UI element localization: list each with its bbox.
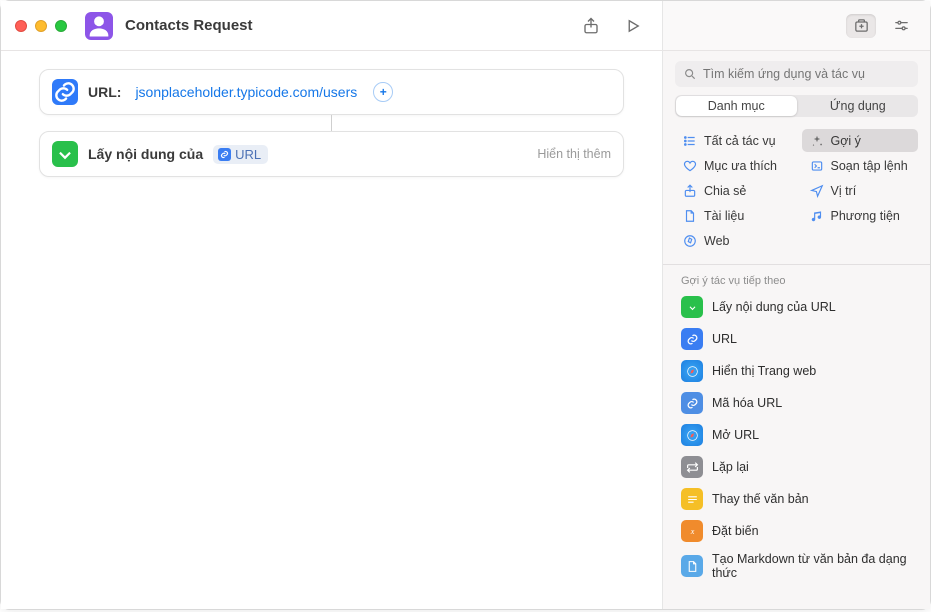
suggestion-item[interactable]: URL: [673, 323, 920, 355]
suggestion-item[interactable]: Hiển thị Trang web: [673, 355, 920, 387]
action-label-prefix: Lấy nội dung của: [88, 146, 203, 162]
url-field-value[interactable]: jsonplaceholder.typicode.com/users: [135, 84, 357, 100]
connector: [76, 115, 588, 131]
seg-categories[interactable]: Danh mục: [676, 96, 797, 116]
library-pane: Danh mục Ứng dụng Tất cả tác vụ Mục ưa th…: [663, 1, 930, 609]
svg-text:x: x: [689, 527, 694, 536]
category-chia-sẻ[interactable]: Chia sẻ: [675, 179, 792, 202]
category-soạn-tập-lệnh[interactable]: Soạn tập lệnh: [802, 154, 919, 177]
location-icon: [810, 184, 824, 198]
search-input[interactable]: [703, 67, 910, 81]
shortcut-icon: [85, 12, 113, 40]
suggestion-label: Đặt biến: [712, 524, 759, 538]
sparkle-icon: [810, 134, 824, 148]
share-icon: [683, 184, 697, 198]
suggestion-item[interactable]: Mã hóa URL: [673, 387, 920, 419]
seg-apps[interactable]: Ứng dụng: [798, 95, 919, 117]
suggestion-item[interactable]: Thay thế văn bản: [673, 483, 920, 515]
safari-icon: [681, 360, 703, 382]
zoom-window-button[interactable]: [55, 20, 67, 32]
suggestion-item[interactable]: x Đặt biến: [673, 515, 920, 547]
minimize-window-button[interactable]: [35, 20, 47, 32]
titlebar: Contacts Request: [1, 1, 662, 51]
list-icon: [683, 134, 697, 148]
window-controls: [15, 20, 67, 32]
show-more-button[interactable]: Hiển thị thêm: [537, 147, 611, 161]
category-label: Vị trí: [831, 184, 857, 198]
category-label: Phương tiện: [831, 209, 900, 223]
category-label: Web: [704, 234, 729, 248]
library-search[interactable]: [675, 61, 918, 87]
app-window: Contacts Request URL: jsonplaceholder.ty…: [0, 0, 931, 610]
suggestion-item[interactable]: Lấy nội dung của URL: [673, 291, 920, 323]
url-field-label: URL:: [88, 84, 121, 100]
suggestion-item[interactable]: Tạo Markdown từ văn bản đa dạng thức: [673, 547, 920, 585]
suggestion-label: Lấy nội dung của URL: [712, 300, 836, 314]
library-toggle-button[interactable]: [846, 14, 876, 38]
token-label: URL: [235, 147, 261, 162]
repeat-icon: [681, 456, 703, 478]
script-icon: [810, 159, 824, 173]
link-icon: [681, 392, 703, 414]
suggestion-label: Hiển thị Trang web: [712, 364, 816, 378]
download-icon: [52, 141, 78, 167]
action-get-contents[interactable]: Lấy nội dung của URL Hiển thị thêm: [39, 131, 624, 177]
category-label: Tài liệu: [704, 209, 744, 223]
library-titlebar: [663, 1, 930, 51]
run-button[interactable]: [618, 13, 648, 39]
settings-toggle-button[interactable]: [886, 14, 916, 38]
search-icon: [683, 67, 697, 81]
text-icon: [681, 488, 703, 510]
suggestions-header: Gợi ý tác vụ tiếp theo: [663, 265, 930, 291]
suggestions-list: Lấy nội dung của URL URL Hiển thị Trang we…: [663, 291, 930, 609]
var-icon: x: [681, 520, 703, 542]
window-title: Contacts Request: [125, 17, 253, 34]
category-vị-trí[interactable]: Vị trí: [802, 179, 919, 202]
suggestion-label: URL: [712, 332, 737, 346]
heart-icon: [683, 159, 697, 173]
category-mục-ưa-thích[interactable]: Mục ưa thích: [675, 154, 792, 177]
category-phương-tiện[interactable]: Phương tiện: [802, 204, 919, 227]
suggestion-label: Tạo Markdown từ văn bản đa dạng thức: [712, 552, 912, 580]
category-gợi-ý[interactable]: Gợi ý: [802, 129, 919, 152]
compass-icon: [683, 234, 697, 248]
suggestion-label: Lặp lại: [712, 460, 749, 474]
close-window-button[interactable]: [15, 20, 27, 32]
suggestion-label: Thay thế văn bản: [712, 492, 809, 506]
safari-icon: [681, 424, 703, 446]
library-segmented-control[interactable]: Danh mục Ứng dụng: [675, 95, 918, 117]
url-variable-token[interactable]: URL: [213, 145, 268, 164]
suggestion-label: Mã hóa URL: [712, 396, 782, 410]
category-label: Mục ưa thích: [704, 159, 777, 173]
suggestion-label: Mở URL: [712, 428, 759, 442]
share-button[interactable]: [576, 13, 606, 39]
category-tài-liệu[interactable]: Tài liệu: [675, 204, 792, 227]
workflow-canvas[interactable]: URL: jsonplaceholder.typicode.com/users …: [1, 51, 662, 609]
category-tất-cả-tác-vụ[interactable]: Tất cả tác vụ: [675, 129, 792, 152]
suggestion-item[interactable]: Mở URL: [673, 419, 920, 451]
category-grid: Tất cả tác vụ Mục ưa thích Chia sẻ Tài liệu…: [663, 125, 930, 262]
link-icon: [218, 148, 231, 161]
category-label: Gợi ý: [831, 134, 861, 148]
editor-pane: Contacts Request URL: jsonplaceholder.ty…: [1, 1, 663, 609]
link-icon: [52, 79, 78, 105]
download-icon: [681, 296, 703, 318]
link-icon: [681, 328, 703, 350]
doc-icon: [681, 555, 703, 577]
category-label: Chia sẻ: [704, 184, 746, 198]
category-label: Soạn tập lệnh: [831, 159, 908, 173]
action-url[interactable]: URL: jsonplaceholder.typicode.com/users …: [39, 69, 624, 115]
doc-icon: [683, 209, 697, 223]
category-web[interactable]: Web: [675, 229, 792, 252]
music-icon: [810, 209, 824, 223]
add-url-button[interactable]: +: [373, 82, 393, 102]
suggestion-item[interactable]: Lặp lại: [673, 451, 920, 483]
category-label: Tất cả tác vụ: [704, 134, 776, 148]
